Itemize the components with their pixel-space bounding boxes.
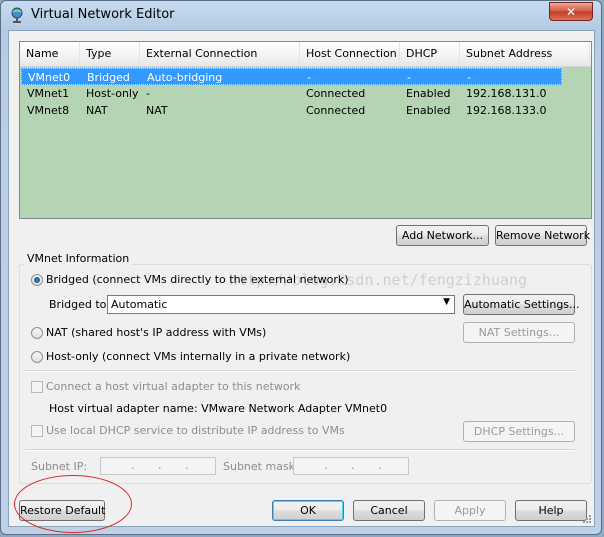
section-divider [25, 449, 575, 451]
cell-dhcp: Enabled [406, 104, 451, 117]
subnet-ip-field[interactable]: . . . [100, 457, 216, 475]
vmnet-information-title: VMnet Information [25, 252, 132, 265]
cell-subnet-address: 192.168.131.0 [466, 87, 547, 100]
host-adapter-name-label: Host virtual adapter name: VMware Networ… [49, 402, 388, 415]
ip-dot: . [351, 459, 355, 472]
cell-subnet-address: 192.168.133.0 [466, 104, 547, 117]
bridged-radio[interactable] [31, 274, 43, 286]
subnet-mask-field[interactable]: . . . [293, 457, 409, 475]
cell-external-connection: - [146, 87, 150, 100]
subnet-ip-label: Subnet IP: [31, 460, 88, 473]
bridged-to-value: Automatic [111, 298, 168, 311]
column-header-external-connection[interactable]: External Connection [140, 42, 300, 66]
bridged-to-label: Bridged to: [49, 298, 111, 311]
connect-host-adapter-label[interactable]: Connect a host virtual adapter to this n… [46, 380, 300, 393]
network-globe-icon [11, 7, 23, 23]
host-only-label[interactable]: Host-only (connect VMs internally in a p… [46, 350, 350, 363]
table-row[interactable]: VMnet8 NAT NAT Connected Enabled 192.168… [21, 102, 562, 119]
cell-type: Host-only [86, 87, 139, 100]
cell-external-connection: Auto-bridging [147, 71, 223, 84]
close-icon: ✕ [565, 5, 577, 19]
column-header-host-connection[interactable]: Host Connection [300, 42, 400, 66]
cell-dhcp: - [407, 71, 411, 84]
apply-button[interactable]: Apply [434, 500, 506, 521]
networks-table[interactable]: Name Type External Connection Host Conne… [19, 41, 592, 219]
ip-dot: . [158, 459, 162, 472]
dropdown-arrow-icon: ▼ [443, 297, 450, 307]
cell-name: VMnet0 [28, 71, 71, 84]
cancel-button[interactable]: Cancel [353, 500, 425, 521]
cell-name: VMnet1 [27, 87, 70, 100]
subnet-mask-label: Subnet mask: [223, 460, 299, 473]
table-row[interactable]: VMnet0 Bridged Auto-bridging - - - [21, 68, 562, 85]
window-title: Virtual Network Editor [31, 7, 175, 22]
ip-dot: . [378, 459, 382, 472]
use-dhcp-checkbox[interactable] [31, 425, 43, 437]
ok-button[interactable]: OK [272, 500, 344, 521]
cell-dhcp: Enabled [406, 87, 451, 100]
highlight-circle [14, 475, 132, 533]
remove-network-button[interactable]: Remove Network [495, 225, 590, 246]
table-row[interactable]: VMnet1 Host-only - Connected Enabled 192… [21, 85, 562, 102]
title-bar: Virtual Network Editor ✕ [1, 1, 601, 29]
resize-grip-icon[interactable] [582, 514, 592, 524]
automatic-settings-button[interactable]: Automatic Settings... [463, 294, 580, 315]
connect-host-adapter-checkbox[interactable] [31, 381, 43, 393]
bridged-label[interactable]: Bridged (connect VMs directly to the ext… [46, 273, 349, 286]
nat-settings-button[interactable]: NAT Settings... [463, 322, 575, 343]
ip-dot: . [131, 459, 135, 472]
section-divider [25, 370, 575, 372]
cell-type: NAT [86, 104, 108, 117]
nat-radio[interactable] [31, 327, 43, 339]
cell-type: Bridged [87, 71, 130, 84]
nat-label[interactable]: NAT (shared host's IP address with VMs) [46, 326, 266, 339]
cell-external-connection: NAT [146, 104, 168, 117]
add-network-button[interactable]: Add Network... [396, 225, 489, 246]
dialog-client-area: Name Type External Connection Host Conne… [8, 30, 595, 533]
dhcp-settings-button[interactable]: DHCP Settings... [463, 421, 575, 442]
cell-subnet-address: - [467, 71, 471, 84]
column-header-name[interactable]: Name [20, 42, 80, 66]
cell-host-connection: Connected [306, 104, 366, 117]
ip-dot: . [324, 459, 328, 472]
cell-name: VMnet8 [27, 104, 70, 117]
ip-dot: . [185, 459, 189, 472]
column-header-type[interactable]: Type [80, 42, 140, 66]
close-button[interactable]: ✕ [549, 2, 593, 21]
table-header: Name Type External Connection Host Conne… [20, 42, 591, 67]
column-header-dhcp[interactable]: DHCP [400, 42, 460, 66]
virtual-network-editor-window: Virtual Network Editor ✕ Name Type Exter… [0, 0, 602, 535]
bridged-to-select[interactable]: Automatic ▼ [107, 295, 455, 314]
cell-host-connection: - [307, 71, 311, 84]
use-dhcp-label[interactable]: Use local DHCP service to distribute IP … [46, 424, 345, 437]
help-button[interactable]: Help [515, 500, 587, 521]
cell-host-connection: Connected [306, 87, 366, 100]
host-only-radio[interactable] [31, 351, 43, 363]
column-header-subnet-address[interactable]: Subnet Address [460, 42, 590, 66]
